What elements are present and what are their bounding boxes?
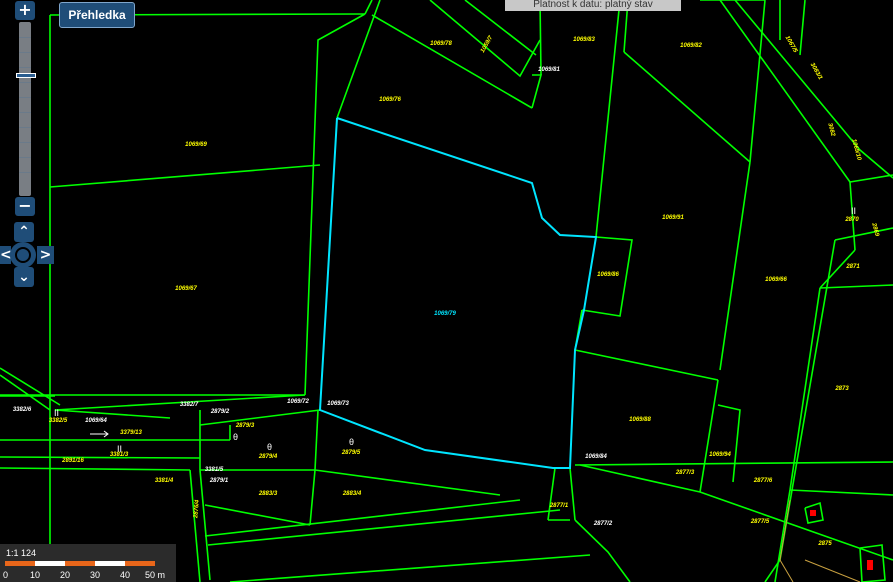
parcel-number-label: 2879/5 (341, 450, 361, 456)
parcel-number-label: 1069/66 (765, 277, 787, 283)
svg-text:II: II (851, 206, 856, 216)
parcel-number-label: 1069/81 (538, 67, 560, 73)
scale-segment-dark (5, 561, 35, 566)
parcel-number-label: 3379/13 (120, 430, 142, 436)
parcel-number-label: 1069/86 (597, 272, 619, 278)
parcel-number-label: 1069/88 (629, 417, 651, 423)
zoom-tick (19, 142, 31, 143)
scale-bar (5, 561, 155, 566)
scale-ratio: 1:1 124 (6, 548, 37, 558)
parcel-number-label: 2870 (844, 217, 859, 223)
parcel-number-label: 1069/72 (287, 399, 309, 405)
scale-segment-dark (65, 561, 95, 566)
parcel-number-label: 1069/73 (327, 401, 349, 407)
parcel-number-label: 3381/3 (110, 452, 129, 458)
zoom-tick (19, 37, 31, 38)
parcel-number-label: 2877/6 (753, 478, 773, 484)
parcel-number-label: 2883/4 (342, 491, 362, 497)
scale-tick-label: 30 (90, 570, 101, 580)
zoom-out-button[interactable]: − (15, 197, 35, 216)
parcel-number-label: 2877/3 (675, 470, 695, 476)
parcel-number-label: 1069/83 (573, 37, 595, 43)
parcel-number-label: 2873 (834, 386, 849, 392)
zoom-tick (19, 127, 31, 128)
cadastral-map[interactable]: θ θ θ II II II 1069/691069/78 1059/7 1069/… (0, 0, 893, 582)
scale-segment-light (95, 561, 125, 566)
scale-tick-label: 50 m (145, 570, 166, 580)
parcel-number-label: 1069/67 (175, 286, 197, 292)
parcel-number-label: 2891/16 (61, 458, 84, 464)
scale-tick-label: 0 (3, 570, 9, 580)
scale-box: 1:1 124 0 10 20 30 40 50 m (0, 544, 176, 582)
zoom-tick (19, 157, 31, 158)
svg-text:θ: θ (267, 442, 272, 452)
scale-segment-light (35, 561, 65, 566)
svg-text:θ: θ (349, 437, 354, 447)
parcel-number-label: 3382/5 (49, 418, 68, 424)
scale-tick-label: 10 (30, 570, 41, 580)
zoom-slider[interactable] (16, 22, 36, 196)
parcel-number-label: 1069/82 (680, 43, 702, 49)
svg-text:II: II (54, 408, 59, 418)
parcel-number-label: 3381/4 (155, 478, 174, 484)
pan-center-icon[interactable] (10, 242, 36, 268)
parcel-number-label: 3382/6 (13, 407, 32, 413)
overview-button[interactable]: Přehledka (59, 2, 135, 28)
zoom-tick (19, 67, 31, 68)
zoom-tick (19, 52, 31, 53)
parcel-number-label: 2871 (845, 264, 860, 270)
parcel-number-label: 1069/76 (379, 97, 401, 103)
parcel-number-label: 1069/64 (85, 418, 107, 424)
scale-segment-dark (125, 561, 155, 566)
parcel-number-label: 2883/3 (258, 491, 278, 497)
zoom-tick (19, 172, 31, 173)
zoom-tick (19, 82, 31, 83)
parcel-number-label: 3381/5 (205, 467, 224, 473)
parcel-number-label: 1069/79 (434, 311, 456, 317)
parcel-number-label: 2879/4 (258, 454, 278, 460)
zoom-tick (19, 112, 31, 113)
scale-tick-label: 40 (120, 570, 131, 580)
parcel-number-label: 2879/3 (235, 423, 255, 429)
pan-up-button[interactable]: ⌃ (14, 222, 34, 242)
pan-right-button[interactable]: > (37, 246, 54, 264)
zoom-tick (19, 97, 31, 98)
parcel-number-label: 1069/78 (430, 41, 452, 47)
parcel-number-label: 1069/69 (185, 142, 207, 148)
parcel-number-label: 2879/2 (210, 409, 230, 415)
scale-tick-label: 20 (60, 570, 71, 580)
parcel-number-label: 2875 (817, 541, 832, 547)
pan-control: ⌃ < > ⌄ (0, 222, 54, 288)
parcel-number-label: 1069/91 (662, 215, 684, 221)
svg-text:θ: θ (233, 432, 238, 442)
zoom-handle[interactable] (16, 73, 36, 78)
parcel-number-label: 1069/94 (709, 452, 731, 458)
parcel-number-label: 2877/5 (750, 519, 770, 525)
zoom-in-button[interactable]: + (15, 1, 35, 20)
parcel-number-label: 2877/1 (549, 503, 569, 509)
validity-banner: Platnost k datu: platný stav (505, 0, 681, 11)
parcel-number-label: 3382/7 (180, 402, 199, 408)
parcel-number-label: 2879/1 (209, 478, 229, 484)
parcel-number-label: 2877/2 (593, 521, 613, 527)
pan-down-button[interactable]: ⌄ (14, 267, 34, 287)
parcel-number-label: 1069/84 (585, 454, 607, 460)
